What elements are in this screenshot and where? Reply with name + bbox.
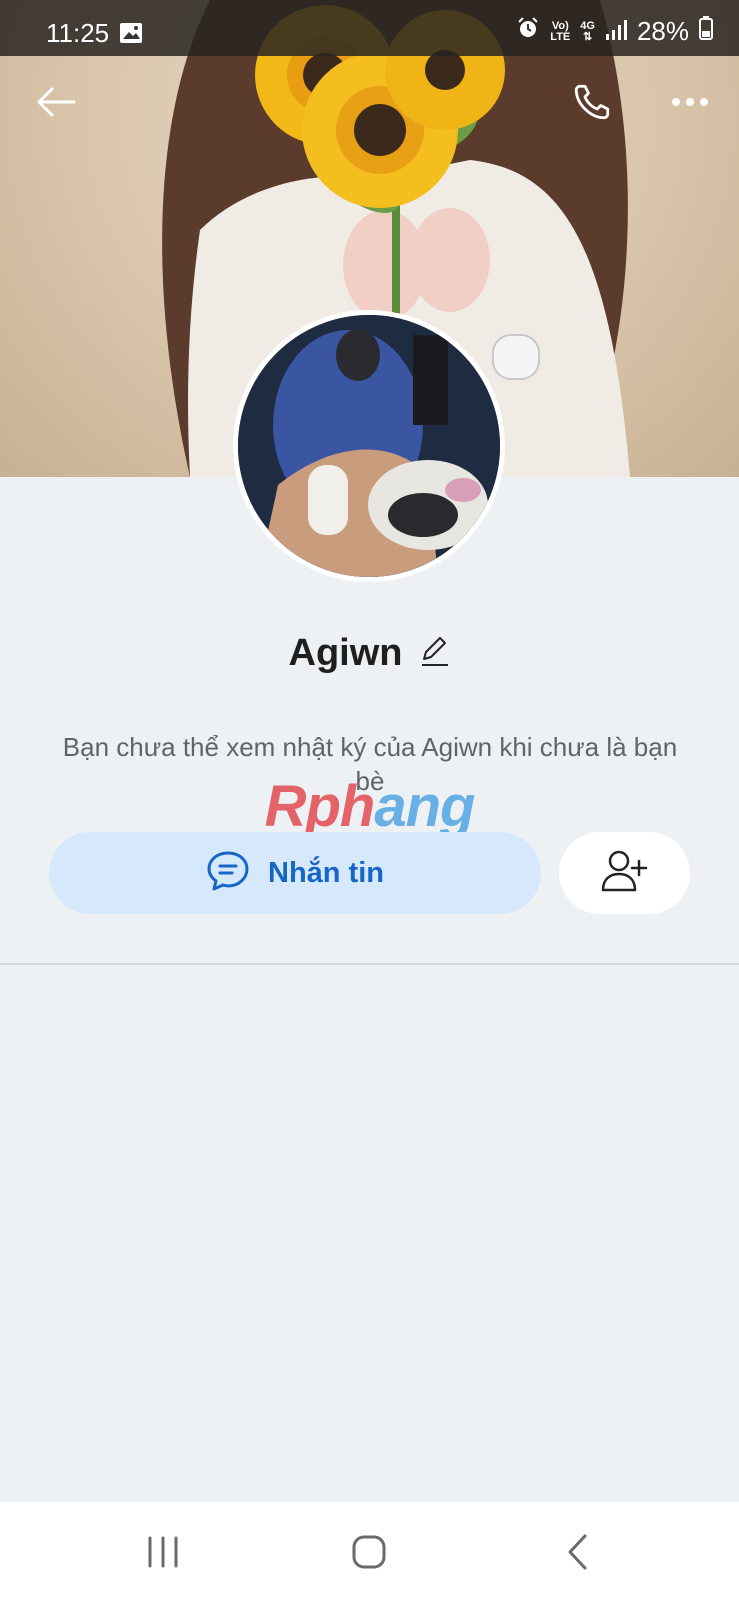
recent-apps-icon[interactable]: [135, 1524, 191, 1580]
friends-only-notice: Bạn chưa thể xem nhật ký của Agiwn khi c…: [62, 732, 678, 796]
network-top: Vo): [551, 19, 569, 32]
home-icon[interactable]: [341, 1524, 397, 1580]
add-friend-icon: [601, 849, 649, 898]
message-button[interactable]: Nhắn tin: [49, 832, 541, 914]
section-divider: [0, 963, 739, 965]
add-friend-button[interactable]: [559, 832, 690, 914]
profile-name: Agiwn: [288, 632, 403, 674]
profile-name-row: Agiwn: [0, 632, 739, 675]
profile-header: [0, 56, 739, 156]
edit-pencil-icon[interactable]: [420, 635, 450, 672]
more-icon[interactable]: [664, 78, 716, 126]
status-bar: 11:25 Vo) LTE 4G ⇅ 28%: [0, 0, 739, 56]
gallery-icon: [119, 22, 143, 49]
avatar[interactable]: [233, 310, 505, 582]
phone-icon[interactable]: [566, 76, 618, 128]
chat-icon: [206, 849, 250, 898]
message-label: Nhắn tin: [268, 856, 384, 889]
battery-icon: [699, 16, 713, 47]
avatar-photo: [238, 315, 500, 577]
data-type-indicator: 4G ⇅: [580, 19, 595, 43]
network-bottom: LTE: [550, 30, 571, 43]
signal-icon: [605, 16, 627, 47]
system-nav-bar: [0, 1502, 739, 1600]
alarm-icon: [516, 16, 540, 47]
status-time: 11:25: [46, 18, 110, 48]
back-icon[interactable]: [549, 1524, 605, 1580]
battery-level: 28%: [636, 16, 689, 46]
status-indicators: Vo) LTE 4G ⇅ 28%: [516, 16, 713, 47]
data-type: 4G: [580, 19, 595, 32]
data-arrows-icon: ⇅: [583, 30, 593, 43]
back-arrow-icon[interactable]: [30, 76, 82, 128]
volte-indicator: Vo) LTE: [550, 19, 571, 43]
